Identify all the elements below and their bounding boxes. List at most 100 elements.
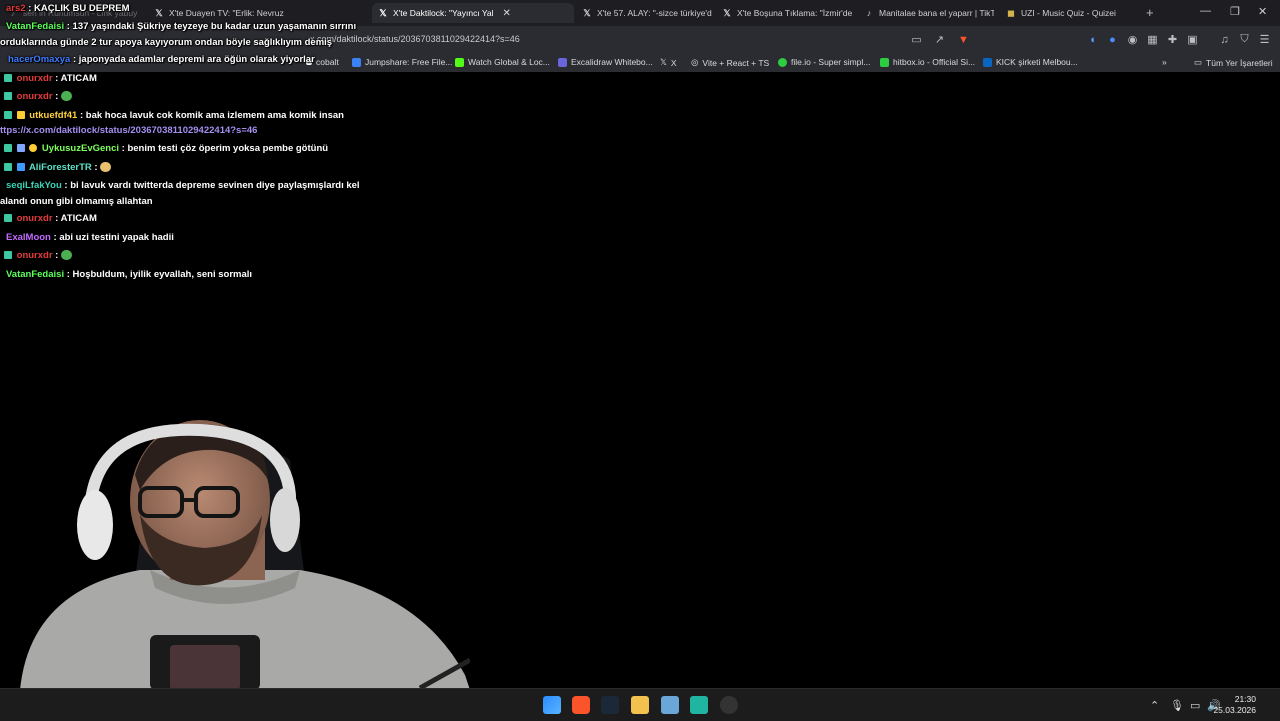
chat-username: onurxdr — [16, 213, 53, 224]
bookmark-label: Watch Global & Loc... — [468, 57, 550, 67]
chat-message: utkuefdf41 : bak hoca lavuk cok komik am… — [4, 110, 344, 121]
bookmark-vite[interactable]: ◎ Vite + React + TS — [691, 57, 769, 68]
linkedin-icon — [983, 57, 992, 67]
windows-start-icon[interactable] — [543, 696, 561, 714]
bookmark-label: hitbox.io - Official Si... — [893, 57, 976, 67]
bookmark-hitbox[interactable]: hitbox.io - Official Si... — [880, 57, 975, 67]
tab-57-alay[interactable]: 𝕏 X'te 57. ALAY: "-sizce türkiye'de — [582, 3, 712, 23]
chat-text: orduklarında günde 2 tur apoya kayıyorum… — [0, 37, 333, 48]
chat-message-continuation: alandı onun gibi olmamış allahtan — [0, 196, 153, 207]
maximize-button[interactable]: ❐ — [1230, 5, 1240, 18]
network-icon[interactable]: ▭ — [1190, 699, 1200, 712]
chat-message: UykusuzEvGenci : benim testi çöz öperim … — [4, 143, 328, 154]
vpn-shield-icon[interactable]: ⛉ — [1238, 33, 1251, 46]
bookmark-favicon-icon — [558, 57, 567, 67]
chat-username: VatanFedaisi — [6, 21, 65, 32]
bookmark-label: Vite + React + TS — [702, 57, 770, 68]
microphone-icon[interactable]: 🎙 — [1170, 699, 1184, 712]
subscriber-badge-icon — [4, 74, 12, 83]
gift-badge-icon — [16, 111, 25, 120]
chat-username: ars2 — [6, 3, 26, 14]
bookmark-jumpshare[interactable]: Jumpshare: Free File... — [352, 57, 452, 67]
tab-manitalae-tiktok[interactable]: ♪ Manitalae bana el yaparr | TikT — [864, 3, 994, 23]
chat-text: : — [94, 162, 98, 173]
chat-username: hacerOmaxya — [8, 54, 71, 65]
sidebar-icon[interactable]: ▣ — [1186, 33, 1199, 46]
chat-message-continuation: ttps://x.com/daktilock/status/2036703811… — [0, 125, 257, 136]
chat-message: AliForesterTR : — [4, 162, 112, 173]
windows-taskbar: ⌃ 🎙 ▭ 🔊 21:30 25.03.2026 — [0, 688, 1280, 721]
extension-icon[interactable]: ▦ — [1146, 33, 1159, 46]
cast-icon[interactable]: ▭ — [910, 33, 923, 46]
address-bar[interactable]: x.com/daktilock/status/20367038110294224… — [310, 34, 520, 44]
tab-title: X'te 57. ALAY: "-sizce türkiye'de — [597, 8, 712, 18]
globe-icon: ◎ — [691, 57, 699, 67]
extension-icon[interactable]: ● — [1106, 33, 1119, 46]
close-window-button[interactable]: ✕ — [1258, 5, 1267, 18]
app-icon[interactable] — [690, 696, 708, 714]
extension-icon[interactable]: ◉ — [1126, 33, 1139, 46]
chat-link[interactable]: ttps://x.com/daktilock/status/2036703811… — [0, 125, 257, 136]
x-logo-icon: 𝕏 — [583, 7, 591, 18]
menu-icon[interactable]: ☰ — [1258, 33, 1271, 46]
bookmark-linkedin-kick[interactable]: KICK şirketi Melbou... — [983, 57, 1078, 67]
chat-message: onurxdr : ATICAM — [4, 213, 97, 224]
minimize-button[interactable]: — — [1200, 5, 1211, 17]
bookmark-favicon-icon — [880, 57, 889, 67]
bookmarks-overflow-icon[interactable]: » — [1162, 57, 1167, 67]
close-tab-icon[interactable]: ✕ — [503, 8, 511, 19]
subscriber-badge-icon — [4, 111, 12, 120]
bookmark-favicon-icon — [778, 57, 787, 67]
tab-title: X'te Daktilock: "Yayıncı Yal — [393, 8, 494, 18]
folder-icon: ▭ — [1194, 57, 1203, 67]
file-explorer-icon[interactable] — [631, 696, 649, 714]
new-tab-button[interactable]: + — [1146, 5, 1154, 20]
chat-message: ExalMoon : abi uzi testini yapak hadii — [6, 232, 174, 243]
extensions-puzzle-icon[interactable]: ✚ — [1166, 33, 1179, 46]
bookmark-fileio[interactable]: file.io - Super simpl... — [778, 57, 870, 67]
system-clock[interactable]: 21:30 25.03.2026 — [1213, 694, 1256, 716]
chat-username: onurxdr — [16, 73, 53, 84]
tray-overflow-icon[interactable]: ⌃ — [1150, 699, 1159, 712]
chat-text: : — [55, 250, 59, 261]
emote-icon — [60, 91, 72, 102]
chat-message: onurxdr : ATICAM — [4, 73, 97, 84]
chat-message: onurxdr : — [4, 250, 72, 261]
steam-icon[interactable] — [601, 696, 619, 714]
chat-text: : japonyada adamlar depremi ara öğün ola… — [72, 54, 315, 65]
tab-title: X'te Duayen TV: "Erlik: Nevruz — [169, 8, 284, 18]
brave-shields-icon[interactable]: ▼ — [957, 33, 970, 46]
tab-daktilock-active[interactable]: 𝕏 X'te Daktilock: "Yayıncı Yal ✕ — [372, 3, 574, 23]
all-bookmarks-folder[interactable]: ▭ Tüm Yer İşaretleri — [1194, 57, 1273, 68]
tab-duayen-tv[interactable]: 𝕏 X'te Duayen TV: "Erlik: Nevruz — [154, 3, 364, 23]
bookmark-kick[interactable]: Watch Global & Loc... — [455, 57, 550, 67]
tab-title: UZI - Music Quiz - Quizei — [1021, 8, 1116, 18]
audio-playing-icon[interactable]: ◖ — [1086, 33, 1099, 46]
chat-text: : ATICAM — [55, 73, 97, 84]
tab-bosuna-tiklama[interactable]: 𝕏 X'te Boşuna Tıklama: "İzmir'de — [722, 3, 852, 23]
chat-username: utkuefdf41 — [29, 110, 78, 121]
x-logo-icon: 𝕏 — [723, 7, 731, 18]
chat-message: seqiLfakYou : bi lavuk vardı twitterda d… — [6, 180, 360, 191]
chat-username: onurxdr — [16, 91, 53, 102]
x-logo-icon: 𝕏 — [660, 57, 667, 67]
bookmark-favicon-icon — [455, 57, 464, 67]
webcam-feed — [20, 420, 470, 690]
bookmark-excalidraw[interactable]: Excalidraw Whitebo... — [558, 57, 653, 67]
media-icon[interactable]: ♫ — [1218, 33, 1231, 46]
x-logo-icon: 𝕏 — [155, 7, 163, 18]
photos-icon[interactable] — [661, 696, 679, 714]
chat-message: hacerOmaxya : japonyada adamlar depremi … — [8, 54, 315, 65]
chat-text: : bak hoca lavuk cok komik ama izlemem a… — [79, 110, 344, 121]
bookmark-label: KICK şirketi Melbou... — [996, 57, 1078, 67]
bookmark-label: X — [670, 57, 677, 68]
all-bookmarks-label: Tüm Yer İşaretleri — [1206, 57, 1273, 68]
share-icon[interactable]: ↗ — [933, 33, 946, 46]
emote-icon — [60, 250, 72, 261]
brave-browser-icon[interactable] — [572, 696, 590, 714]
tab-uzi-music-quiz[interactable]: ◼ UZI - Music Quiz - Quizei — [1006, 3, 1136, 23]
bookmark-x[interactable]: 𝕏 X — [660, 57, 677, 68]
emote-icon — [100, 162, 112, 173]
obs-icon[interactable] — [720, 696, 738, 714]
chat-message: onurxdr : — [4, 91, 72, 102]
